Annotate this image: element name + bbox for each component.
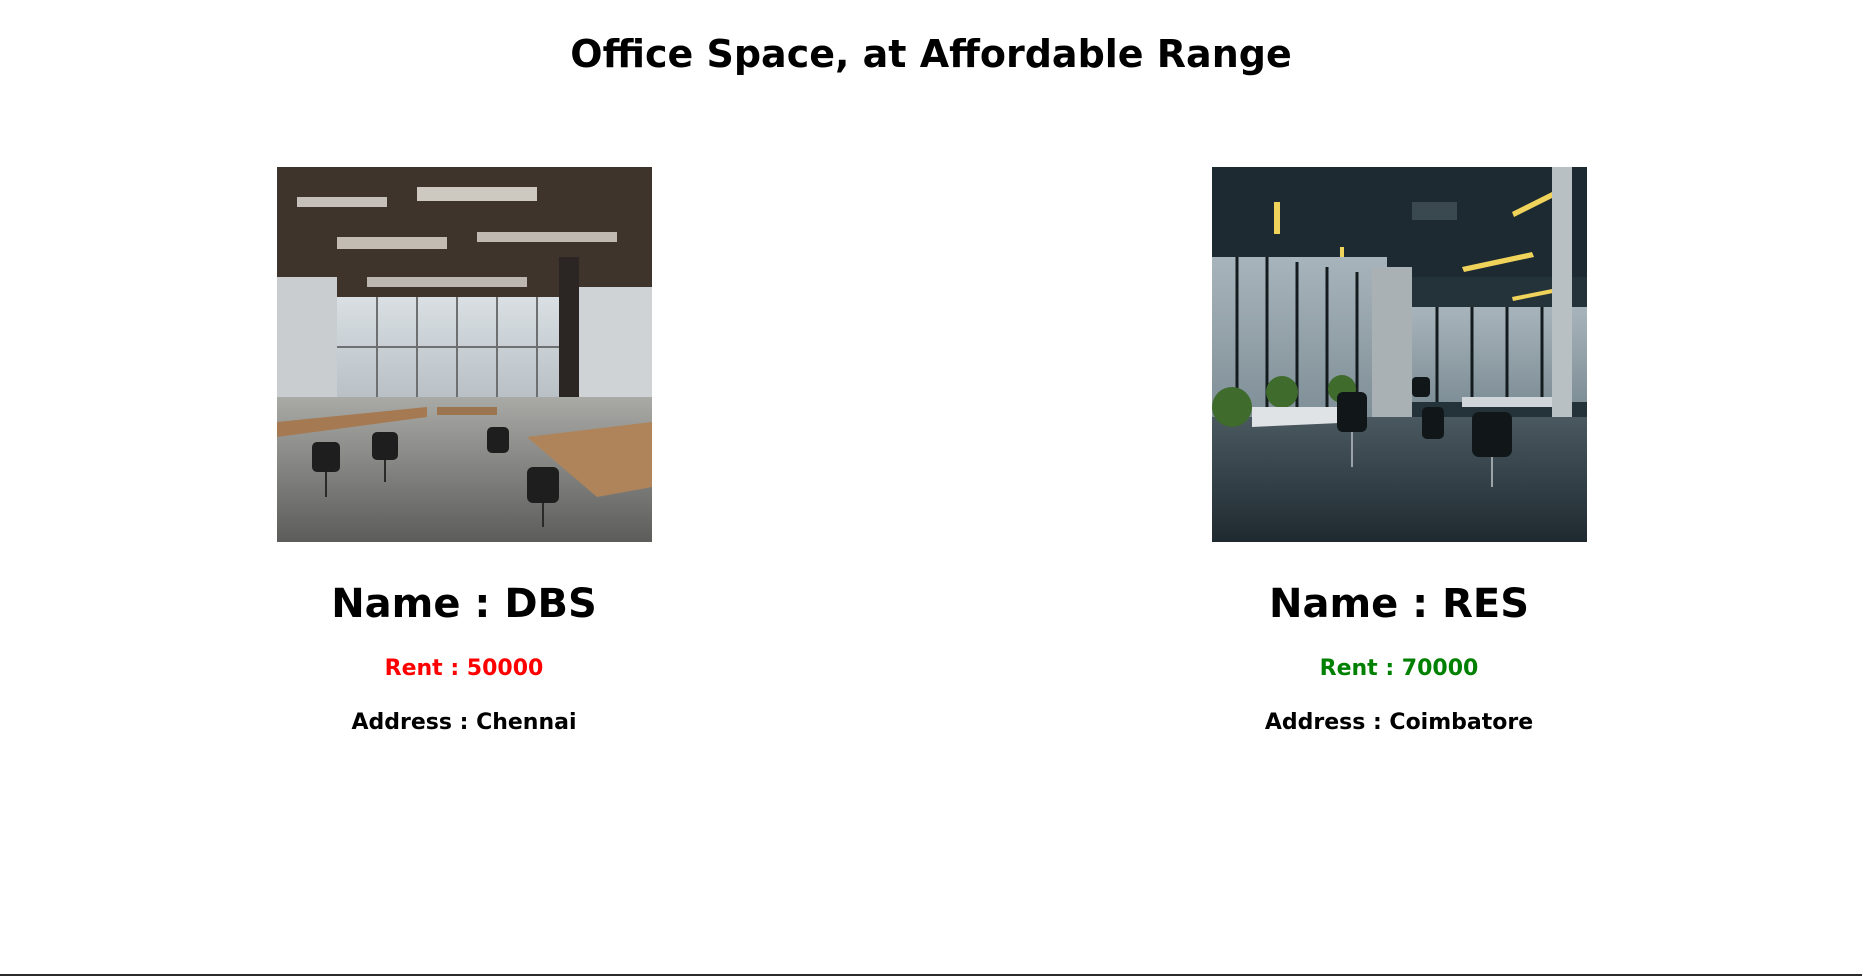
office-card-res: Name : RES Rent : 70000 Address : Coimba… bbox=[1119, 167, 1679, 738]
page-root: Office Space, at Affordable Range Name:… bbox=[0, 0, 1862, 976]
office-interior-dark-image bbox=[1211, 167, 1587, 542]
office-name: Name : DBS bbox=[331, 581, 597, 627]
office-rent: Rent : 70000 bbox=[1319, 656, 1479, 681]
office-name: Name : RES bbox=[1268, 581, 1530, 627]
office-address: Address : Coimbatore bbox=[1264, 710, 1534, 735]
office-photo-dbs bbox=[276, 167, 652, 542]
page-title: Office Space, at Affordable Range bbox=[570, 32, 1292, 76]
office-card-dbs: Name : DBS Rent : 50000 Address : Chenna… bbox=[184, 167, 744, 738]
office-rent: Rent : 50000 bbox=[384, 656, 544, 681]
office-interior-bright-image bbox=[276, 167, 652, 542]
office-photo-res bbox=[1211, 167, 1587, 542]
office-address: Address : Chennai bbox=[351, 710, 577, 735]
